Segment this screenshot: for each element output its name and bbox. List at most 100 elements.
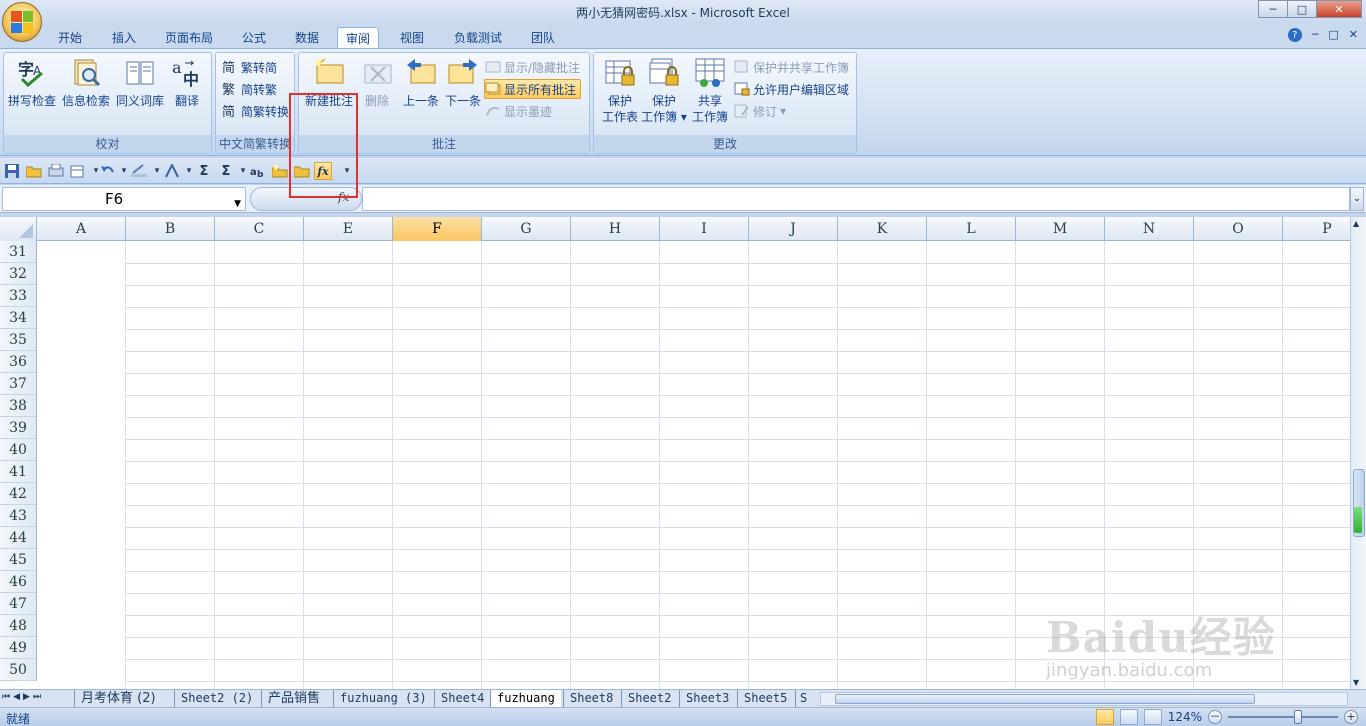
protect-workbook-button[interactable]: 保护 工作簿 ▾ xyxy=(638,57,690,125)
row-header[interactable]: 35 xyxy=(0,329,37,351)
previous-sheet-icon[interactable]: ◀ xyxy=(13,692,20,702)
row-header[interactable]: 49 xyxy=(0,637,37,659)
tab-load-test[interactable]: 负载测试 xyxy=(446,27,510,48)
simplified-to-traditional-button[interactable]: 繁 简转繁 xyxy=(222,79,277,99)
chevron-down-icon[interactable]: ▼ xyxy=(234,193,241,215)
row-header[interactable]: 37 xyxy=(0,373,37,395)
zoom-slider-knob[interactable] xyxy=(1294,710,1302,724)
translate-button[interactable]: a中 翻译 xyxy=(161,57,213,109)
next-sheet-icon[interactable]: ▶ xyxy=(23,692,30,702)
formula-input[interactable] xyxy=(362,187,1350,211)
undo-icon[interactable] xyxy=(98,162,116,180)
tab-view[interactable]: 视图 xyxy=(392,27,432,48)
tab-review[interactable]: 审阅 xyxy=(337,27,380,48)
scroll-down-icon[interactable]: ▼ xyxy=(1353,678,1359,687)
traditional-to-simplified-button[interactable]: 简 繁转简 xyxy=(222,57,277,77)
minimize-button[interactable]: ─ xyxy=(1258,0,1288,18)
zoom-in-button[interactable]: + xyxy=(1344,710,1358,724)
row-header[interactable]: 42 xyxy=(0,483,37,505)
zoom-level[interactable]: 124% xyxy=(1168,710,1202,724)
show-hide-comment-button[interactable]: 显示/隐藏批注 xyxy=(485,57,580,77)
normal-view-icon[interactable] xyxy=(1095,709,1114,725)
share-workbook-button[interactable]: 共享 工作簿 xyxy=(684,57,736,125)
close-button[interactable]: ✕ xyxy=(1316,0,1362,18)
print-preview-icon[interactable] xyxy=(47,162,65,180)
print-icon[interactable] xyxy=(69,162,87,180)
customize-qat-icon[interactable]: ▾ xyxy=(338,162,356,180)
tab-home[interactable]: 开始 xyxy=(50,27,90,48)
row-header[interactable]: 38 xyxy=(0,395,37,417)
next-comment-button[interactable]: 下一条 xyxy=(437,57,489,109)
column-header[interactable]: P xyxy=(1283,217,1350,241)
sheet-tab[interactable]: Sheet8 xyxy=(563,690,619,707)
vertical-scrollbar[interactable]: ▲ ▼ xyxy=(1350,217,1366,689)
find-replace-icon[interactable]: ab xyxy=(249,162,267,180)
column-header[interactable]: K xyxy=(838,217,927,241)
sort-icon[interactable] xyxy=(163,162,181,180)
sheet-tab[interactable]: fuzhuang (3) xyxy=(333,690,433,707)
row-header[interactable]: 34 xyxy=(0,307,37,329)
sheet-tab[interactable]: 产品销售 xyxy=(261,690,326,707)
row-header[interactable]: 39 xyxy=(0,417,37,439)
scroll-up-icon[interactable]: ▲ xyxy=(1353,219,1359,228)
column-header[interactable]: O xyxy=(1194,217,1283,241)
row-header[interactable]: 41 xyxy=(0,461,37,483)
column-header[interactable]: C xyxy=(215,217,304,241)
sheet-tab[interactable]: Sheet2 (2) xyxy=(174,690,259,707)
format-painter-icon[interactable] xyxy=(130,162,148,180)
column-header[interactable]: E xyxy=(304,217,393,241)
worksheet-grid[interactable]: A B C E F G H I J K L M N O P 31 32 33 3… xyxy=(0,217,1350,689)
name-box[interactable]: F6 ▼ xyxy=(2,187,246,211)
row-header[interactable]: 47 xyxy=(0,593,37,615)
doc-close-button[interactable]: ✕ xyxy=(1349,28,1358,42)
horizontal-scrollbar[interactable] xyxy=(820,692,1348,706)
zoom-out-button[interactable]: － xyxy=(1208,710,1222,724)
insert-function-icon[interactable]: fx xyxy=(338,190,349,204)
column-header[interactable]: L xyxy=(927,217,1016,241)
new-comment-button[interactable]: 新建批注 xyxy=(303,57,355,109)
column-header[interactable]: N xyxy=(1105,217,1194,241)
protect-share-workbook-button[interactable]: 保护并共享工作簿 xyxy=(734,57,849,77)
column-header[interactable]: B xyxy=(126,217,215,241)
row-header[interactable]: 33 xyxy=(0,285,37,307)
first-sheet-icon[interactable]: ⏮ xyxy=(2,692,10,702)
sheet-tab[interactable]: 月考体育 (2) xyxy=(74,690,162,707)
thesaurus-button[interactable]: 同义词库 xyxy=(114,57,166,109)
column-header[interactable]: I xyxy=(660,217,749,241)
row-header[interactable]: 45 xyxy=(0,549,37,571)
row-header[interactable]: 36 xyxy=(0,351,37,373)
page-layout-view-icon[interactable] xyxy=(1119,709,1138,725)
column-header[interactable]: J xyxy=(749,217,838,241)
row-header[interactable]: 46 xyxy=(0,571,37,593)
doc-restore-button[interactable]: □ xyxy=(1328,28,1338,42)
column-header[interactable]: M xyxy=(1016,217,1105,241)
research-button[interactable]: 信息检索 xyxy=(60,57,112,109)
track-changes-button[interactable]: 修订 ▾ xyxy=(734,101,786,121)
column-header-selected[interactable]: F xyxy=(393,217,482,241)
sheet-tab[interactable]: Sheet3 xyxy=(679,690,735,707)
show-ink-button[interactable]: 显示墨迹 xyxy=(485,101,552,121)
show-all-comments-button[interactable]: 显示所有批注 xyxy=(484,79,582,99)
help-icon[interactable]: ? xyxy=(1287,28,1302,42)
save-icon[interactable] xyxy=(3,162,21,180)
sheet-tab[interactable]: Sheet2 xyxy=(621,690,677,707)
horizontal-scroll-thumb[interactable] xyxy=(835,694,1255,704)
page-break-view-icon[interactable] xyxy=(1143,709,1162,725)
row-header[interactable]: 43 xyxy=(0,505,37,527)
sheet-tab[interactable]: S xyxy=(795,690,811,707)
select-all-button[interactable] xyxy=(0,217,37,241)
row-header[interactable]: 44 xyxy=(0,527,37,549)
tab-insert[interactable]: 插入 xyxy=(104,27,144,48)
last-sheet-icon[interactable]: ⏭ xyxy=(33,692,41,702)
row-header[interactable]: 31 xyxy=(0,241,37,263)
column-header[interactable]: G xyxy=(482,217,571,241)
chinese-convert-button[interactable]: 简 简繁转换 xyxy=(222,101,289,121)
column-header[interactable]: A xyxy=(37,217,126,241)
allow-edit-ranges-button[interactable]: 允许用户编辑区域 xyxy=(734,79,849,99)
sheet-tab[interactable]: Sheet5 xyxy=(737,690,793,707)
folder-icon[interactable] xyxy=(293,162,311,180)
spell-check-button[interactable]: 字A 拼写检查 xyxy=(6,57,58,109)
sheet-tab-active[interactable]: fuzhuang xyxy=(490,690,561,707)
sheet-tab[interactable]: Sheet4 xyxy=(434,690,490,707)
tab-page-layout[interactable]: 页面布局 xyxy=(157,27,221,48)
